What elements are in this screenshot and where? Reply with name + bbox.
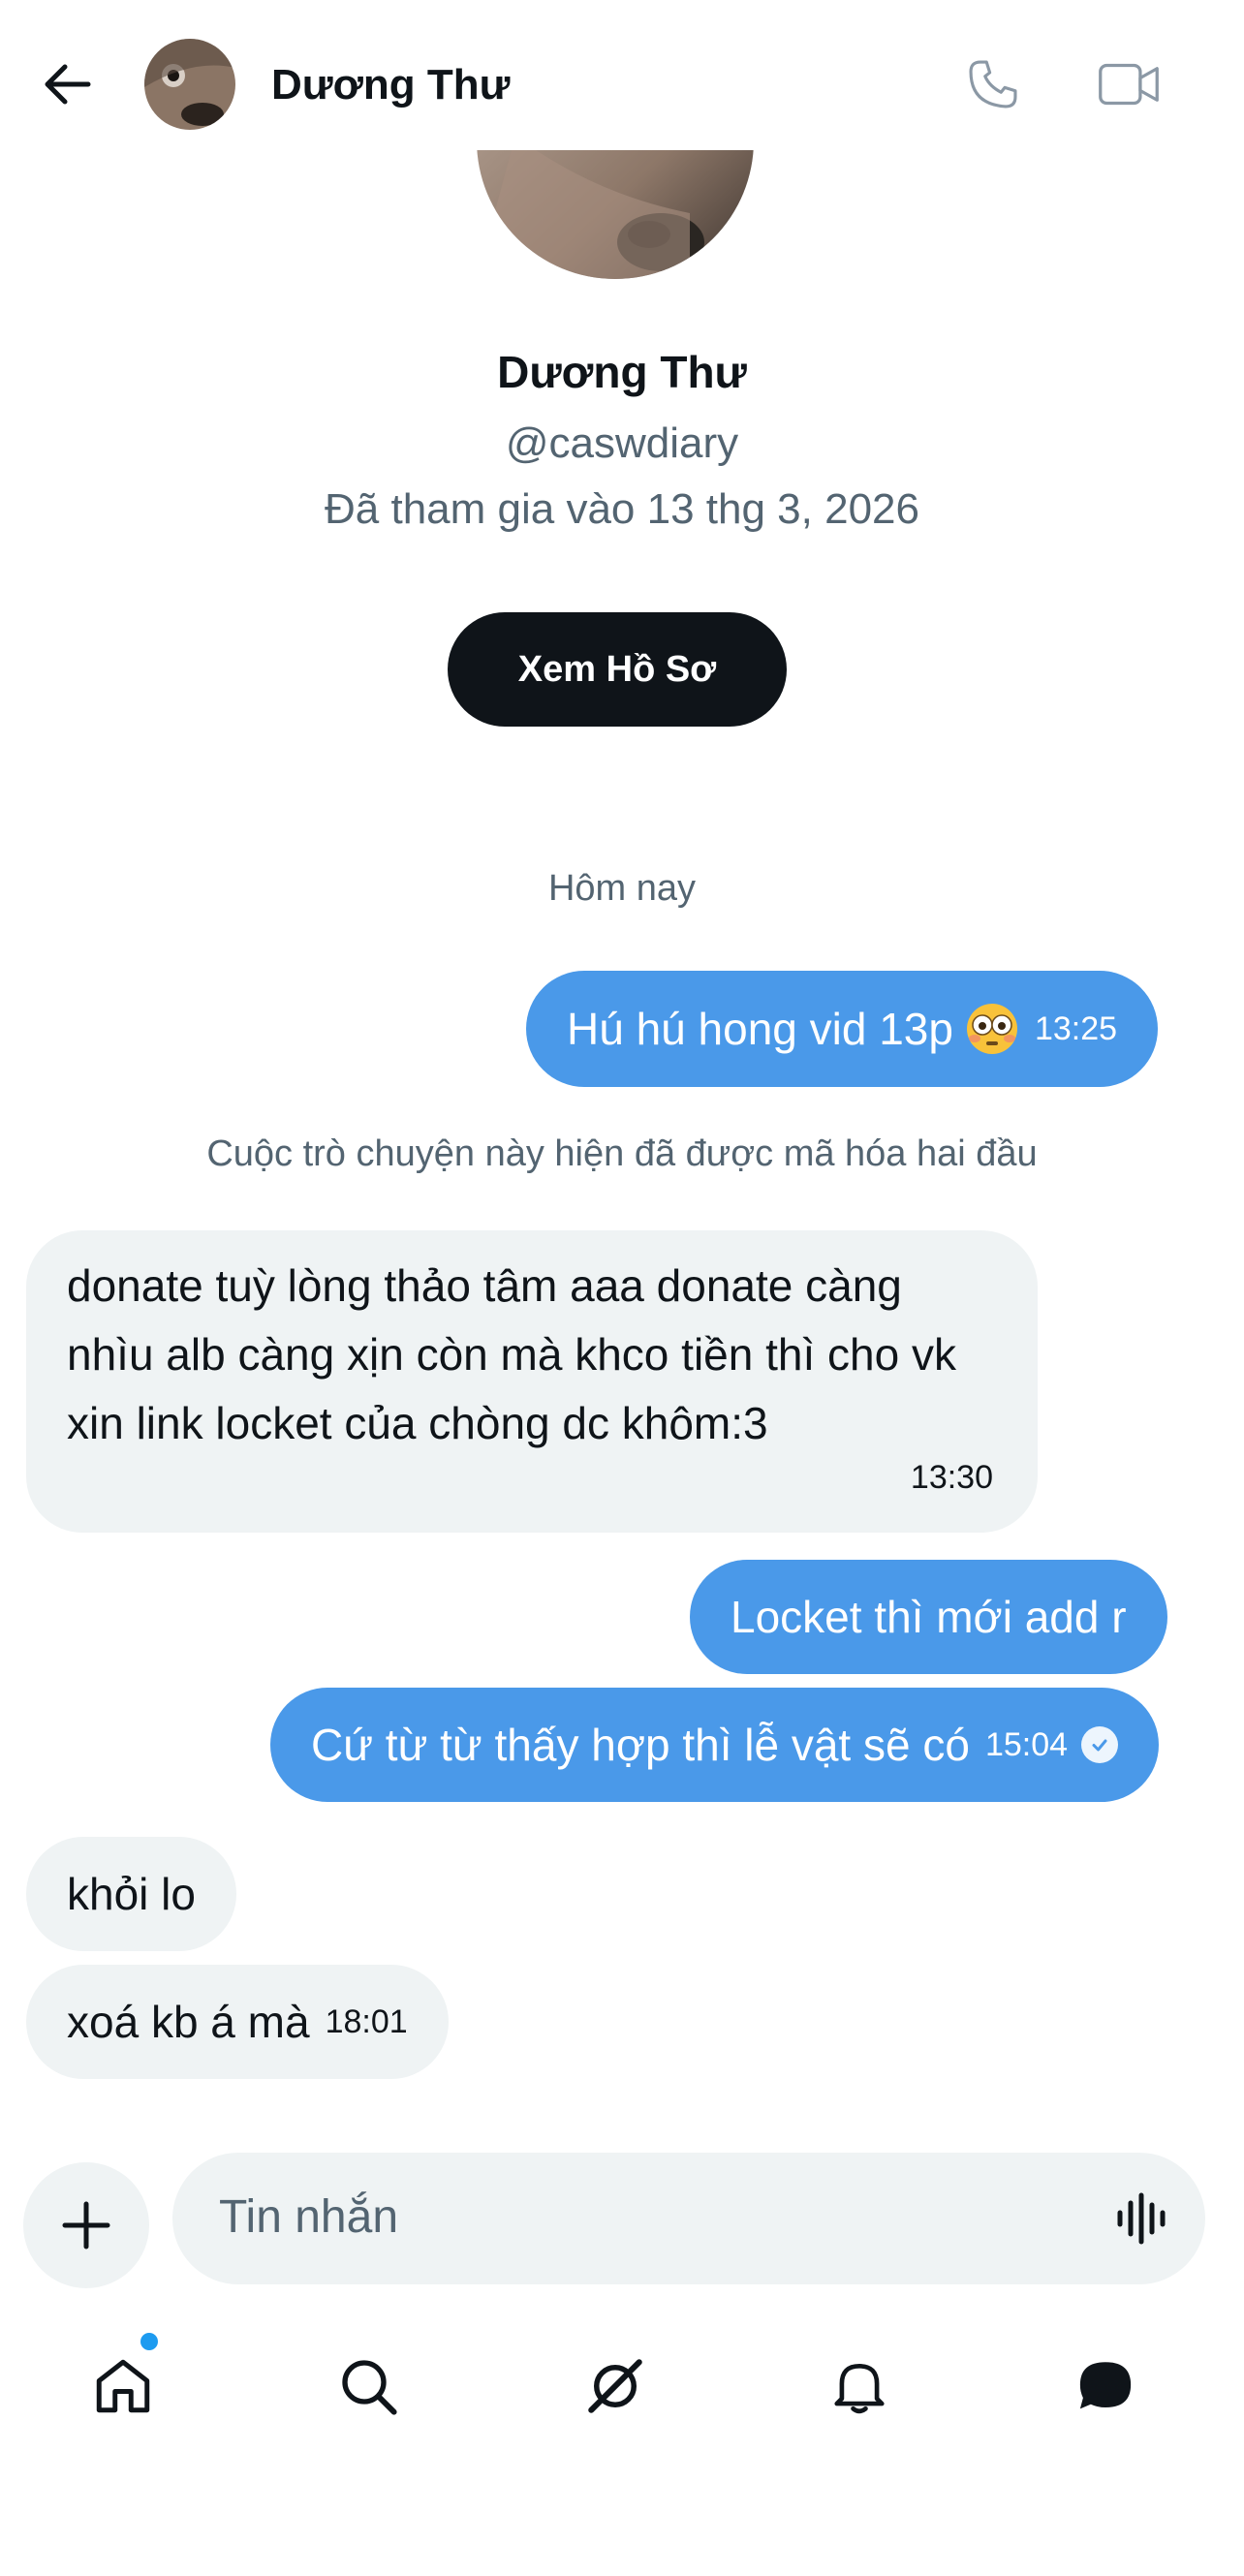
message-time: 15:04 <box>984 1726 1069 1763</box>
message-text: donate tuỳ lòng thảo tâm aaa donate càng… <box>67 1260 956 1448</box>
message-incoming[interactable]: khỏi lo <box>26 1837 236 1951</box>
bottom-navigation <box>0 2325 1244 2441</box>
message-outgoing[interactable]: Locket thì mới add r <box>690 1560 1167 1674</box>
home-icon <box>96 2359 150 2413</box>
plus-icon <box>62 2201 110 2250</box>
header-avatar[interactable] <box>144 39 235 130</box>
nav-search[interactable] <box>325 2343 412 2430</box>
call-button[interactable] <box>959 50 1027 118</box>
date-separator: Hôm nay <box>547 868 697 909</box>
arrow-left-icon <box>45 64 91 105</box>
header-title[interactable]: Dương Thư <box>271 60 511 110</box>
message-time: 13:30 <box>910 1459 993 1496</box>
message-text: khỏi lo <box>67 1869 196 1919</box>
voice-message-button[interactable] <box>1110 2188 1172 2250</box>
message-input[interactable]: Tin nhắn <box>219 2189 398 2246</box>
add-attachment-button[interactable] <box>23 2162 149 2288</box>
message-time: 13:25 <box>1034 1010 1118 1047</box>
flushed-face-emoji-icon <box>966 1004 1017 1054</box>
phone-icon <box>969 60 1017 109</box>
seen-check-icon <box>1081 1726 1119 1763</box>
message-text: xoá kb á mà <box>67 1997 310 2047</box>
encryption-note: Cuộc trò chuyện này hiện đã được mã hóa … <box>206 1133 1038 1174</box>
message-text: Locket thì mới add r <box>731 1592 1127 1642</box>
view-profile-button[interactable]: Xem Hồ Sơ <box>448 612 787 727</box>
video-icon <box>1099 63 1159 106</box>
video-call-button[interactable] <box>1095 50 1163 118</box>
profile-name: Dương Thư <box>497 347 747 397</box>
nav-grok[interactable] <box>572 2343 659 2430</box>
messages-icon <box>1079 2362 1132 2409</box>
message-time: 18:01 <box>325 2003 408 2040</box>
profile-handle: @caswdiary <box>505 419 739 467</box>
message-incoming[interactable]: xoá kb á mà 18:01 <box>26 1965 449 2079</box>
nav-home[interactable] <box>79 2343 167 2430</box>
message-composer[interactable]: Tin nhắn <box>172 2153 1205 2284</box>
message-incoming[interactable]: donate tuỳ lòng thảo tâm aaa donate càng… <box>26 1230 1038 1533</box>
home-notification-dot <box>140 2333 158 2350</box>
grok-icon <box>588 2359 642 2413</box>
profile-joined-date: Đã tham gia vào 13 thg 3, 2026 <box>325 485 919 533</box>
search-icon <box>342 2360 397 2415</box>
nav-messages[interactable] <box>1062 2343 1149 2430</box>
message-text: Cứ từ từ thấy hợp thì lễ vật sẽ có <box>311 1720 970 1770</box>
chat-header: Dương Thư <box>0 0 1244 150</box>
nav-notifications[interactable] <box>816 2343 903 2430</box>
message-text: Hú hú hong vid 13p <box>567 1004 953 1054</box>
notifications-icon <box>834 2364 885 2414</box>
back-button[interactable] <box>37 54 97 114</box>
message-outgoing[interactable]: Cứ từ từ thấy hợp thì lễ vật sẽ có 15:04 <box>270 1688 1160 1802</box>
message-outgoing[interactable]: Hú hú hong vid 13p 13:25 <box>526 971 1159 1087</box>
voice-waveform-icon <box>1117 2192 1166 2245</box>
